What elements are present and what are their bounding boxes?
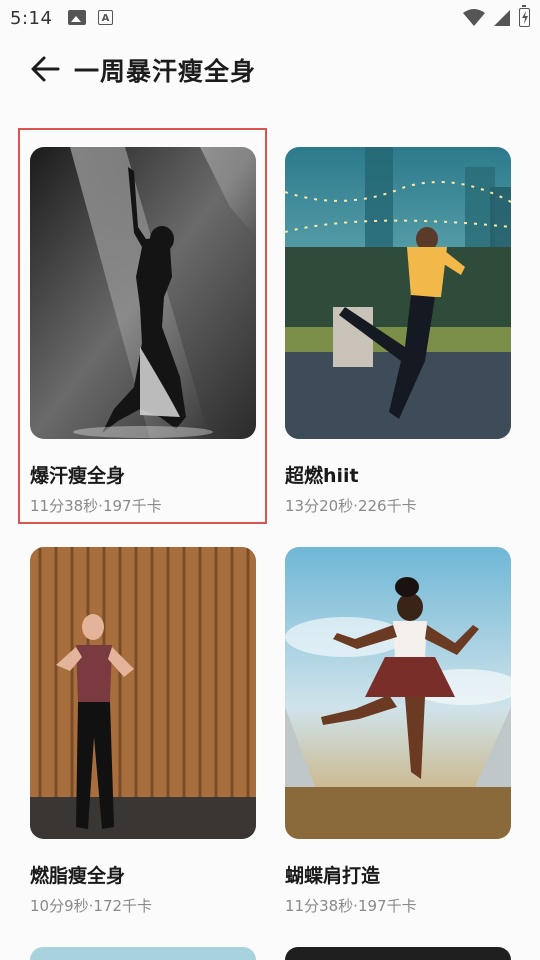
workout-meta: 13分20秒·226千卡 (285, 497, 417, 515)
workout-title: 爆汗瘦全身 (30, 465, 126, 487)
back-button[interactable] (28, 54, 62, 84)
signal-icon (494, 9, 510, 26)
status-bar: 5:14 A (0, 0, 540, 36)
workout-card-partial[interactable] (30, 947, 256, 960)
workout-title: 超燃hiit (285, 465, 359, 487)
notification-icons: A (68, 10, 113, 25)
workout-title: 燃脂瘦全身 (30, 865, 126, 887)
workout-title: 蝴蝶肩打造 (285, 865, 381, 887)
workout-card[interactable]: 燃脂瘦全身 10分9秒·172千卡 (30, 547, 256, 915)
photo-icon (68, 10, 86, 25)
arrow-left-icon (31, 56, 60, 82)
wifi-icon (463, 8, 485, 26)
workout-thumbnail (30, 147, 256, 439)
header: 一周暴汗瘦全身 (0, 40, 540, 100)
workout-thumbnail (30, 547, 256, 839)
workout-card[interactable]: 蝴蝶肩打造 11分38秒·197千卡 (285, 547, 511, 915)
workout-card-partial[interactable] (285, 947, 511, 960)
workout-thumbnail (285, 547, 511, 839)
workout-meta: 11分38秒·197千卡 (285, 897, 417, 915)
a-badge-icon: A (98, 10, 113, 25)
status-time: 5:14 (10, 8, 53, 29)
workout-card[interactable]: 超燃hiit 13分20秒·226千卡 (285, 147, 511, 515)
workout-thumbnail (285, 147, 511, 439)
workout-meta: 11分38秒·197千卡 (30, 497, 162, 515)
system-icons (463, 5, 530, 27)
workout-meta: 10分9秒·172千卡 (30, 897, 153, 915)
page-title: 一周暴汗瘦全身 (74, 57, 257, 86)
workout-card[interactable]: 爆汗瘦全身 11分38秒·197千卡 (30, 147, 256, 515)
battery-charging-icon (519, 5, 530, 27)
